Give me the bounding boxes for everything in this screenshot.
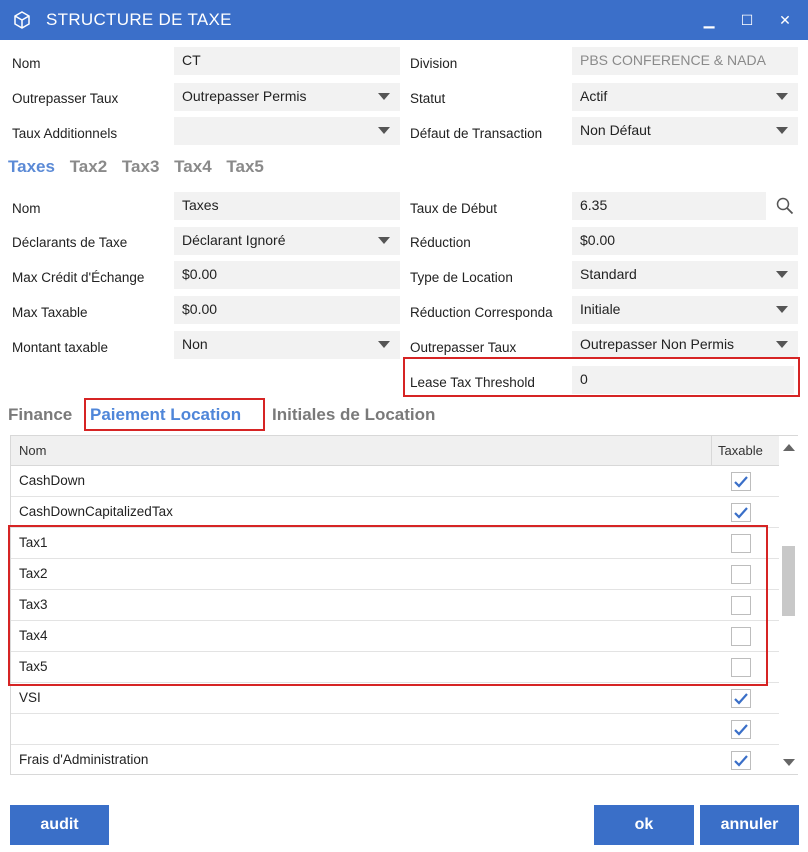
close-button[interactable]: ✕: [766, 0, 804, 40]
nom-label: Nom: [12, 56, 41, 71]
chevron-down-icon: [776, 93, 788, 100]
chevron-down-icon: [776, 127, 788, 134]
outrepasser-taux-value: Outrepasser Permis: [182, 88, 307, 104]
table-row[interactable]: VSI: [11, 683, 779, 714]
reduction-label: Réduction: [410, 235, 471, 250]
section-tabs: Finance: [8, 405, 72, 425]
tab-finance[interactable]: Finance: [8, 405, 72, 424]
audit-button[interactable]: audit: [10, 805, 109, 845]
statut-select[interactable]: Actif: [572, 83, 798, 111]
declarants-taxe-select[interactable]: Déclarant Ignoré: [174, 227, 400, 255]
row-name: VSI: [19, 690, 41, 705]
tab-tax3[interactable]: Tax3: [122, 157, 160, 176]
cube-icon: [14, 11, 30, 29]
tab-tax5[interactable]: Tax5: [226, 157, 264, 176]
chevron-down-icon: [776, 341, 788, 348]
max-taxable-field[interactable]: $0.00: [174, 296, 400, 324]
outrepasser-taux-2-value: Outrepasser Non Permis: [580, 336, 735, 352]
division-label: Division: [410, 56, 458, 71]
checkmark-icon: [734, 755, 748, 767]
max-taxable-label: Max Taxable: [12, 305, 88, 320]
maximize-button[interactable]: ☐: [728, 0, 766, 40]
chevron-down-icon: [378, 237, 390, 244]
tax-nom-field[interactable]: Taxes: [174, 192, 400, 220]
grid-scrollbar[interactable]: [779, 436, 798, 774]
tab-tax4[interactable]: Tax4: [174, 157, 212, 176]
table-row[interactable]: [11, 714, 779, 745]
type-location-label: Type de Location: [410, 270, 513, 285]
declarants-taxe-value: Déclarant Ignoré: [182, 232, 286, 248]
defaut-transaction-select[interactable]: Non Défaut: [572, 117, 798, 145]
window-title: STRUCTURE DE TAXE: [46, 10, 232, 29]
tax-rows-highlight: [8, 525, 768, 686]
taxable-checkbox[interactable]: [731, 503, 751, 522]
tab-taxes[interactable]: Taxes: [8, 157, 55, 176]
chevron-down-icon: [776, 271, 788, 278]
title-bar: STRUCTURE DE TAXE ▁ ☐ ✕: [0, 0, 808, 40]
tax-tabs: Taxes Tax2 Tax3 Tax4 Tax5: [8, 157, 274, 177]
montant-taxable-select[interactable]: Non: [174, 331, 400, 359]
outrepasser-taux-select[interactable]: Outrepasser Permis: [174, 83, 400, 111]
defaut-transaction-value: Non Défaut: [580, 122, 651, 138]
defaut-transaction-label: Défaut de Transaction: [410, 126, 543, 141]
row-name: CashDown: [19, 473, 86, 488]
reduction-correspondante-label: Réduction Corresponda: [410, 305, 553, 320]
grid-header: Nom Taxable: [11, 436, 779, 466]
annuler-button[interactable]: annuler: [700, 805, 799, 845]
taux-additionnels-select[interactable]: [174, 117, 400, 145]
montant-taxable-value: Non: [182, 336, 208, 352]
outrepasser-taux-2-label: Outrepasser Taux: [410, 340, 517, 355]
taxable-checkbox[interactable]: [731, 720, 751, 739]
taux-additionnels-label: Taux Additionnels: [12, 126, 118, 141]
table-row[interactable]: Frais d'Administration: [11, 745, 779, 776]
checkmark-icon: [734, 693, 748, 705]
checkmark-icon: [734, 476, 748, 488]
type-location-value: Standard: [580, 266, 637, 282]
type-location-select[interactable]: Standard: [572, 261, 798, 289]
chevron-down-icon: [378, 127, 390, 134]
row-name: Frais d'Administration: [19, 752, 149, 767]
tab-paiement-location[interactable]: Paiement Location: [90, 405, 241, 425]
reduction-correspondante-select[interactable]: Initiale: [572, 296, 798, 324]
lease-tax-threshold-label: Lease Tax Threshold: [410, 375, 535, 390]
col-nom-header[interactable]: Nom: [19, 443, 46, 458]
nom-field[interactable]: CT: [174, 47, 400, 75]
reduction-field[interactable]: $0.00: [572, 227, 798, 255]
scrollbar-thumb[interactable]: [782, 546, 795, 616]
chevron-up-icon[interactable]: [783, 444, 795, 451]
taxable-checkbox[interactable]: [731, 751, 751, 770]
chevron-down-icon: [378, 341, 390, 348]
outrepasser-taux-label: Outrepasser Taux: [12, 91, 119, 106]
reduction-correspondante-value: Initiale: [580, 301, 621, 317]
tab-tax2[interactable]: Tax2: [70, 157, 108, 176]
chevron-down-icon: [776, 306, 788, 313]
taxable-checkbox[interactable]: [731, 689, 751, 708]
taux-debut-label: Taux de Début: [410, 201, 498, 216]
table-row[interactable]: CashDownCapitalizedTax: [11, 497, 779, 528]
declarants-taxe-label: Déclarants de Taxe: [12, 235, 128, 250]
lease-tax-threshold-field[interactable]: 0: [572, 366, 794, 394]
statut-value: Actif: [580, 88, 608, 104]
checkmark-icon: [734, 724, 748, 736]
search-icon[interactable]: [776, 197, 794, 215]
minimize-button[interactable]: ▁: [690, 0, 728, 40]
montant-taxable-label: Montant taxable: [12, 340, 109, 355]
chevron-down-icon: [378, 93, 390, 100]
col-taxable-header[interactable]: Taxable: [711, 436, 779, 466]
row-name: CashDownCapitalizedTax: [19, 504, 173, 519]
ok-button[interactable]: ok: [594, 805, 694, 845]
table-row[interactable]: CashDown: [11, 466, 779, 497]
division-field[interactable]: PBS CONFERENCE & NADA: [572, 47, 798, 75]
max-credit-label: Max Crédit d'Échange: [12, 270, 145, 285]
statut-label: Statut: [410, 91, 446, 106]
max-credit-field[interactable]: $0.00: [174, 261, 400, 289]
tax-nom-label: Nom: [12, 201, 41, 216]
taux-debut-field[interactable]: 6.35: [572, 192, 766, 220]
taxable-checkbox[interactable]: [731, 472, 751, 491]
tab-initiales-location[interactable]: Initiales de Location: [272, 405, 435, 425]
chevron-down-icon[interactable]: [783, 759, 795, 766]
checkmark-icon: [734, 507, 748, 519]
outrepasser-taux-2-select[interactable]: Outrepasser Non Permis: [572, 331, 798, 359]
